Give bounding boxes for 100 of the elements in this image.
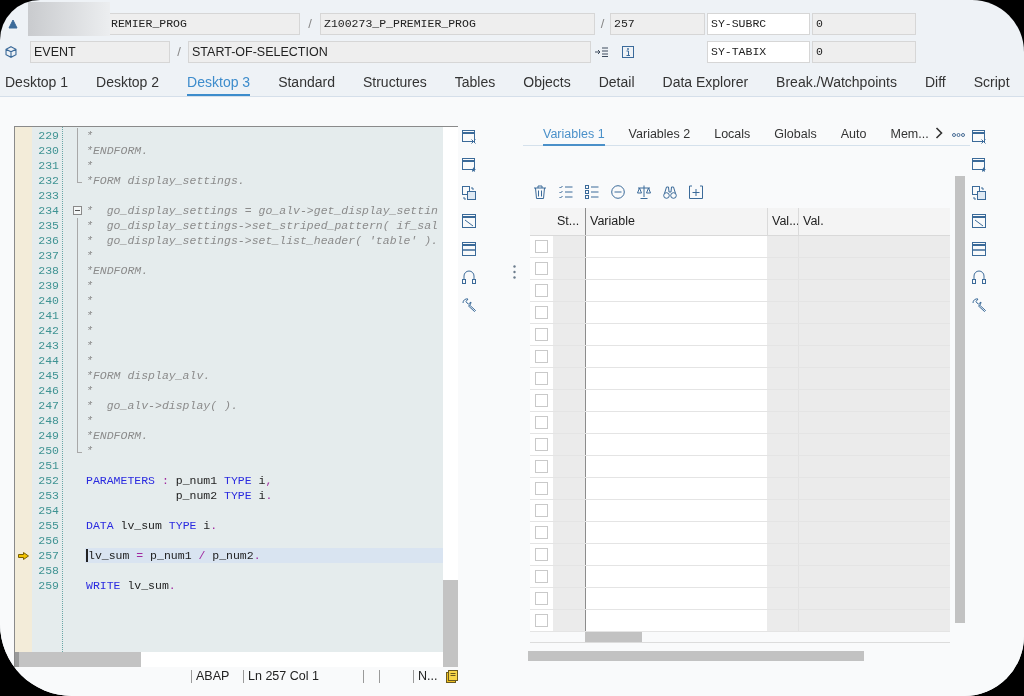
tab[interactable]: Diff xyxy=(925,72,946,96)
wrench-icon[interactable] xyxy=(462,298,476,312)
tab[interactable]: Data Explorer xyxy=(662,72,749,96)
collapse-icon[interactable] xyxy=(73,206,82,215)
list-icon[interactable] xyxy=(585,185,599,199)
code-line: * go_display_settings = go_alv->get_display_settin xyxy=(86,204,438,217)
code-line: * xyxy=(86,339,93,352)
row-checkbox[interactable] xyxy=(535,240,548,253)
row-checkbox[interactable] xyxy=(535,394,548,407)
code-line: PARAMETERS : p_num1 TYPE i, xyxy=(86,474,273,487)
wrench-icon[interactable] xyxy=(972,298,986,312)
plus-box-icon[interactable] xyxy=(689,185,703,199)
line-number: 231 xyxy=(38,159,59,172)
code-line: * xyxy=(86,279,93,292)
row-checkbox[interactable] xyxy=(535,482,548,495)
input-field[interactable]: 257 xyxy=(610,13,705,35)
window-diagonal-icon[interactable] xyxy=(972,214,986,228)
row-checkbox[interactable] xyxy=(535,372,548,385)
input-field[interactable]: EVENT xyxy=(30,41,170,63)
status-text: N... xyxy=(418,669,438,683)
line-number: 230 xyxy=(38,144,59,157)
input-field[interactable]: START-OF-SELECTION xyxy=(188,41,591,63)
column-header[interactable]: St... xyxy=(553,208,585,235)
tab[interactable]: Desktop 1 xyxy=(5,72,69,96)
input-field[interactable]: 0 xyxy=(812,13,916,35)
status-text: ABAP xyxy=(196,669,230,683)
row-checkbox[interactable] xyxy=(535,548,548,561)
line-number: 259 xyxy=(38,579,59,592)
input-field[interactable]: Z100273_P_PREMIER_PROG xyxy=(320,13,595,35)
scrollbar[interactable] xyxy=(585,632,642,642)
text-cursor xyxy=(86,549,88,562)
tab[interactable]: Mem... xyxy=(890,125,929,146)
row-checkbox[interactable] xyxy=(535,570,548,583)
input-field[interactable]: REMIER_PROG xyxy=(110,13,300,35)
line-number: 243 xyxy=(38,339,59,352)
input-field[interactable]: SY-TABIX xyxy=(707,41,810,63)
trash-icon[interactable] xyxy=(533,185,547,199)
column-header[interactable]: Val. xyxy=(798,208,950,235)
info-icon[interactable] xyxy=(622,46,634,58)
row-checkbox[interactable] xyxy=(535,284,548,297)
row-checkbox[interactable] xyxy=(535,614,548,627)
tab[interactable]: Auto xyxy=(840,125,867,146)
window-diagonal-icon[interactable] xyxy=(462,214,476,228)
tab[interactable]: Desktop 2 xyxy=(96,72,160,96)
tab[interactable]: Detail xyxy=(598,72,635,96)
line-number: 250 xyxy=(38,444,59,457)
line-number: 257 xyxy=(38,549,59,562)
row-checkbox[interactable] xyxy=(535,526,548,539)
scale-icon[interactable] xyxy=(637,185,651,199)
scrollbar[interactable] xyxy=(955,176,965,623)
status-text: Ln 257 Col 1 xyxy=(248,669,319,683)
arrow-list-icon[interactable] xyxy=(595,47,608,57)
column-header[interactable]: Val... xyxy=(767,208,798,235)
row-checkbox[interactable] xyxy=(535,504,548,517)
tab[interactable]: Locals xyxy=(714,125,751,146)
copy-icon[interactable] xyxy=(462,186,476,200)
row-checkbox[interactable] xyxy=(535,592,548,605)
tab[interactable]: Variables 2 xyxy=(628,125,691,146)
line-number: 241 xyxy=(38,309,59,322)
window-x-icon[interactable] xyxy=(462,130,476,144)
row-checkbox[interactable] xyxy=(535,416,548,429)
row-checkbox[interactable] xyxy=(535,262,548,275)
row-checkbox[interactable] xyxy=(535,438,548,451)
minus-circle-icon[interactable] xyxy=(611,185,625,199)
row-checkbox[interactable] xyxy=(535,350,548,363)
tab[interactable]: Script xyxy=(973,72,1010,96)
copy-icon[interactable] xyxy=(972,186,986,200)
row-checkbox[interactable] xyxy=(535,460,548,473)
tab[interactable]: Globals xyxy=(774,125,817,146)
window-split-icon[interactable] xyxy=(462,242,476,256)
grip-icon[interactable] xyxy=(513,265,516,279)
code-line: *FORM display_settings. xyxy=(86,174,245,187)
headphones-icon[interactable] xyxy=(972,270,986,284)
code-line: WRITE lv_sum. xyxy=(86,579,176,592)
checklist-icon[interactable] xyxy=(559,185,573,199)
note-icon[interactable] xyxy=(446,669,458,683)
line-number: 233 xyxy=(38,189,59,202)
window-x-icon[interactable] xyxy=(972,130,986,144)
line-number: 252 xyxy=(38,474,59,487)
row-checkbox[interactable] xyxy=(535,306,548,319)
row-checkbox[interactable] xyxy=(535,328,548,341)
column-header[interactable]: Variable xyxy=(585,208,767,235)
input-field[interactable]: 0 xyxy=(812,41,916,63)
code-line: * go_display_settings->set_list_header( 'table' ). xyxy=(86,234,438,247)
headphones-icon[interactable] xyxy=(462,270,476,284)
chevron-right-icon[interactable] xyxy=(934,127,943,139)
window-split-icon[interactable] xyxy=(972,242,986,256)
binoculars-icon[interactable] xyxy=(663,185,677,199)
tab[interactable]: Standard xyxy=(278,72,335,96)
line-number: 242 xyxy=(38,324,59,337)
separator-text: / xyxy=(600,15,605,34)
tab[interactable]: Objects xyxy=(523,72,571,96)
scrollbar[interactable] xyxy=(528,651,864,661)
tab[interactable]: Break./Watchpoints xyxy=(776,72,897,96)
scrollbar[interactable] xyxy=(443,580,458,667)
tab[interactable]: Tables xyxy=(454,72,496,96)
input-field[interactable]: SY-SUBRC xyxy=(707,13,810,35)
tab[interactable]: Structures xyxy=(362,72,427,96)
more-icon[interactable] xyxy=(951,133,965,137)
scrollbar[interactable] xyxy=(19,652,141,667)
